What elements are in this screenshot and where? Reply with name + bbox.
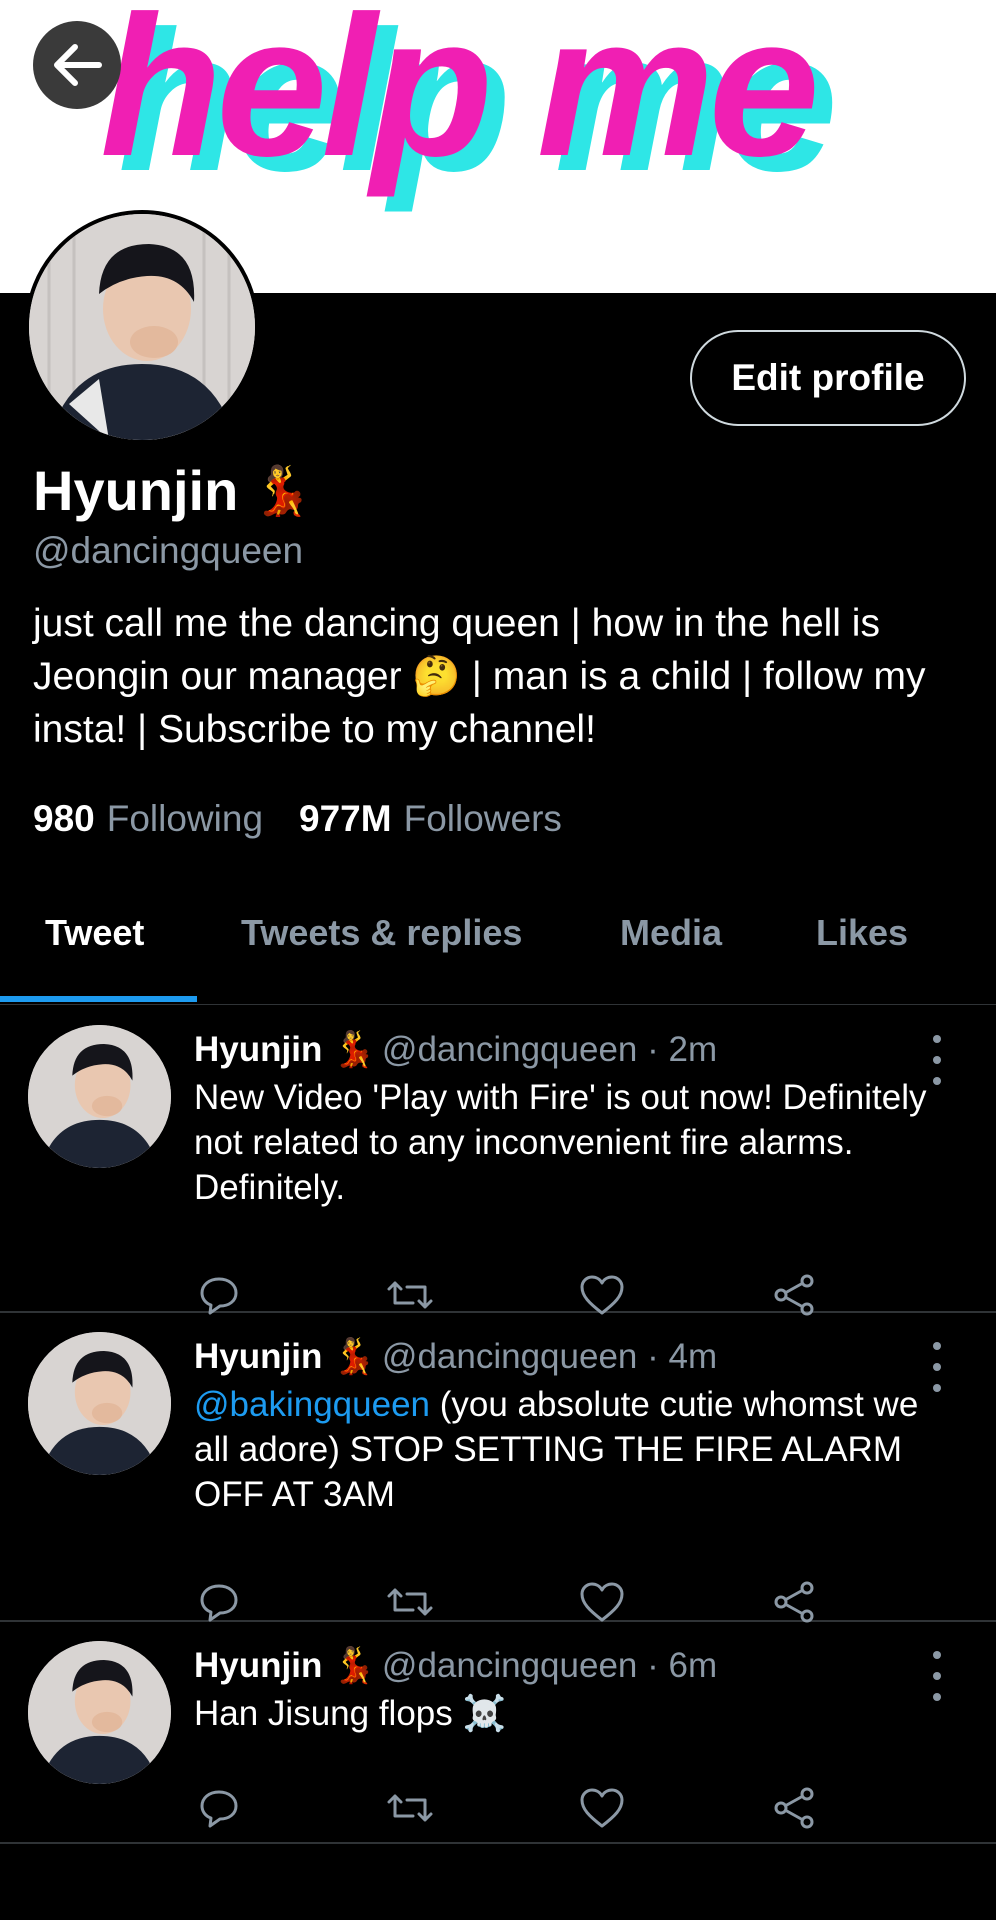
tab-likes[interactable]: Likes xyxy=(816,912,908,954)
avatar-image xyxy=(29,214,255,440)
profile-tabs: Tweet Tweets & replies Media Likes xyxy=(0,900,996,1005)
tweet-avatar[interactable] xyxy=(28,1641,171,1784)
followers-stat[interactable]: 977M Followers xyxy=(299,798,562,840)
profile-avatar[interactable] xyxy=(25,210,259,444)
tweet-text: New Video 'Play with Fire' is out now! D… xyxy=(194,1075,954,1210)
tweet-avatar[interactable] xyxy=(28,1332,171,1475)
retweet-icon[interactable] xyxy=(385,1577,435,1627)
tweet-actions xyxy=(194,1783,834,1833)
tweet-author-name[interactable]: Hyunjin xyxy=(194,1337,322,1377)
profile-name: Hyunjin xyxy=(33,459,239,522)
tweet[interactable]: Hyunjin 💃 @dancingqueen · 4m @bakingquee… xyxy=(0,1312,996,1623)
tweet-text: Han Jisung flops ☠️ xyxy=(194,1691,954,1736)
following-count: 980 xyxy=(33,798,95,839)
back-button[interactable] xyxy=(33,21,121,109)
like-icon[interactable] xyxy=(577,1783,627,1833)
tweet-author-name[interactable]: Hyunjin xyxy=(194,1646,322,1686)
tweet-body: New Video 'Play with Fire' is out now! D… xyxy=(194,1078,927,1207)
dancer-emoji: 💃 xyxy=(332,1337,376,1376)
back-arrow-icon xyxy=(54,44,102,86)
dancer-emoji: 💃 xyxy=(332,1646,376,1685)
banner-text-magenta: help me xyxy=(100,0,815,198)
profile-name-row: Hyunjin 💃 xyxy=(33,458,312,523)
tweet-header: Hyunjin 💃 @dancingqueen · 6m xyxy=(194,1645,717,1686)
share-icon[interactable] xyxy=(769,1783,819,1833)
followers-label: Followers xyxy=(403,798,562,839)
reply-icon[interactable] xyxy=(194,1577,244,1627)
reply-icon[interactable] xyxy=(194,1783,244,1833)
tweet-header: Hyunjin 💃 @dancingqueen · 4m xyxy=(194,1336,717,1377)
tweet-text: @bakingqueen (you absolute cutie whomst … xyxy=(194,1382,954,1517)
tweet-author-name[interactable]: Hyunjin xyxy=(194,1030,322,1070)
tab-tweets-replies[interactable]: Tweets & replies xyxy=(241,912,522,954)
tab-active-indicator xyxy=(0,996,197,1002)
followers-count: 977M xyxy=(299,798,392,839)
tab-media[interactable]: Media xyxy=(620,912,722,954)
profile-stats: 980 Following 977M Followers xyxy=(33,798,562,840)
tweet-avatar[interactable] xyxy=(28,1025,171,1168)
following-stat[interactable]: 980 Following xyxy=(33,798,263,840)
tweet-body: Han Jisung flops ☠️ xyxy=(194,1694,507,1733)
dancer-emoji: 💃 xyxy=(252,465,313,518)
tweet-meta: @dancingqueen · 6m xyxy=(381,1645,718,1685)
tab-tweet[interactable]: Tweet xyxy=(45,912,144,954)
tweet-header: Hyunjin 💃 @dancingqueen · 2m xyxy=(194,1029,717,1070)
tweet-meta: @dancingqueen · 4m xyxy=(381,1336,718,1376)
tweet-meta: @dancingqueen · 2m xyxy=(381,1029,718,1069)
profile-bio: just call me the dancing queen | how in … xyxy=(33,602,926,751)
like-icon[interactable] xyxy=(577,1577,627,1627)
retweet-icon[interactable] xyxy=(385,1783,435,1833)
tweet[interactable]: Hyunjin 💃 @dancingqueen · 2m New Video '… xyxy=(0,1005,996,1316)
tweet[interactable]: Hyunjin 💃 @dancingqueen · 6m Han Jisung … xyxy=(0,1621,996,1844)
dancer-emoji: 💃 xyxy=(332,1030,376,1069)
share-icon[interactable] xyxy=(769,1577,819,1627)
profile-handle: @dancingqueen xyxy=(33,530,304,571)
tweet-mention[interactable]: @bakingqueen xyxy=(194,1385,430,1424)
edit-profile-button[interactable]: Edit profile xyxy=(690,330,966,426)
tweet-actions xyxy=(194,1577,834,1627)
following-label: Following xyxy=(106,798,264,839)
